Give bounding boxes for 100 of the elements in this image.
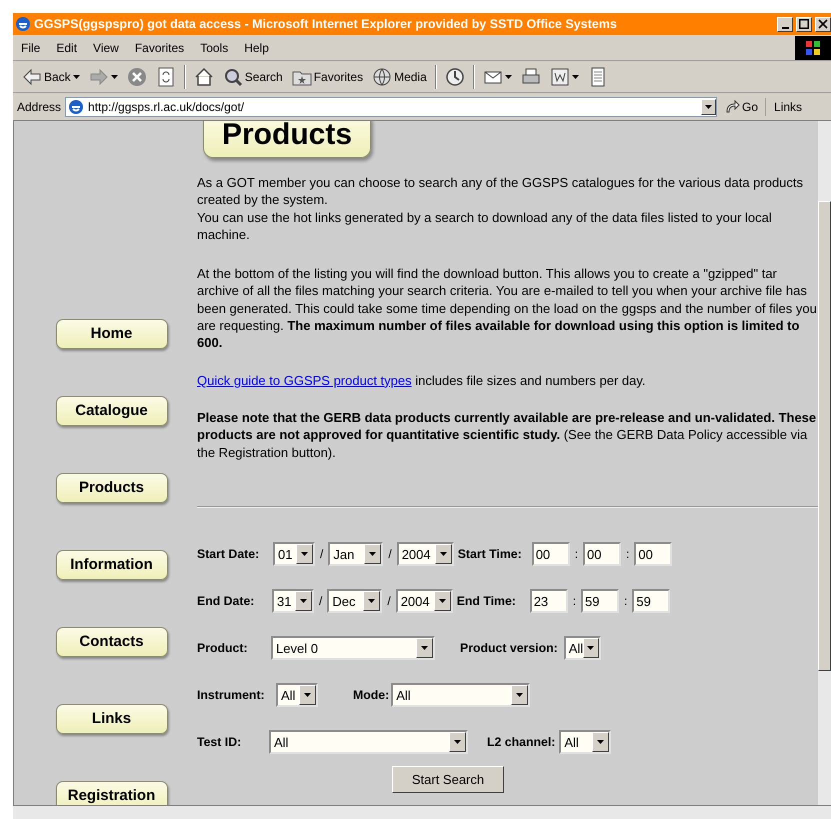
forward-arrow-icon: [88, 66, 109, 86]
dropdown[interactable]: Level 0: [271, 636, 435, 660]
start-search-button[interactable]: Start Search: [392, 766, 504, 794]
favorites-button[interactable]: Favorites: [288, 64, 366, 88]
caret-icon: [301, 552, 308, 556]
horizontal-scrollbar[interactable]: [13, 806, 831, 819]
dropdown[interactable]: 31: [272, 589, 314, 614]
caret-icon: [597, 740, 604, 744]
separator: :: [574, 546, 578, 564]
field-label: Test ID:: [197, 734, 242, 752]
menu-item[interactable]: Help: [236, 38, 277, 56]
text-input[interactable]: 59: [632, 589, 670, 614]
minimize-button[interactable]: [777, 16, 793, 32]
nav-button[interactable]: Registration: [56, 781, 168, 805]
dropdown[interactable]: 01: [273, 542, 315, 566]
caret-icon: [304, 693, 311, 698]
field-label: Product:: [197, 640, 249, 658]
search-button[interactable]: Search: [220, 64, 286, 88]
close-button[interactable]: [815, 16, 831, 32]
separator: /: [319, 593, 322, 610]
caret-icon: [300, 599, 307, 604]
back-arrow-icon: [22, 66, 42, 86]
text-input[interactable]: 00: [583, 542, 622, 566]
caret-icon: [440, 552, 447, 556]
menu-item[interactable]: File: [13, 38, 48, 56]
stop-icon: [126, 66, 147, 86]
caret-icon: [516, 693, 524, 698]
address-label: Address: [17, 98, 62, 116]
links-button[interactable]: Links: [765, 98, 810, 116]
dropdown[interactable]: 2004: [396, 589, 453, 614]
address-field[interactable]: http://ggsps.rl.ac.uk/docs/got/: [65, 96, 718, 116]
separator: /: [320, 546, 324, 564]
paragraph: At the bottom of the listing you will find the download button. This allows you to create a "gzipped" tar archive of all the files matching your search criteria. You are e-mailed to tell you when your archive file has been generated. This could take some time depending on the load on the ggsps and the number of files you are requesting. The maximum number of files available for download using this option is limited to 600.: [197, 265, 818, 352]
text-input[interactable]: 23: [530, 589, 568, 614]
caret-icon: [587, 646, 594, 650]
field-label: Mode:: [353, 687, 390, 704]
maximize-button[interactable]: [796, 16, 812, 32]
caret-icon: [705, 104, 712, 108]
globe-icon: [372, 66, 392, 86]
caret-icon: [368, 599, 376, 604]
field-label: Start Time:: [458, 546, 523, 564]
paragraph: Please note that the GERB data products currently available are pre-release and un-validated. These products are not approved for quantitative scientific study. (See the GERB Data Policy accessible via the Registration button).: [197, 408, 818, 461]
page-icon: [68, 98, 84, 114]
minimize-icon: [782, 27, 788, 29]
nav-button[interactable]: Contacts: [56, 627, 168, 657]
separator: :: [624, 593, 628, 610]
text-input[interactable]: 59: [581, 589, 620, 614]
nav-button[interactable]: Catalogue: [56, 396, 168, 426]
menu-item[interactable]: Tools: [192, 38, 236, 56]
separator: :: [572, 593, 576, 610]
text-input[interactable]: 00: [532, 542, 570, 566]
dropdown[interactable]: Dec: [327, 589, 382, 614]
page-heading: Products: [203, 121, 372, 158]
separator: :: [626, 546, 630, 564]
paragraph: You can use the hot links generated by a search to download any of the data files listed to your local machine.: [197, 208, 773, 244]
dropdown[interactable]: All: [564, 636, 601, 660]
field-label: End Date:: [197, 593, 256, 610]
back-button[interactable]: Back: [19, 64, 83, 88]
caret-icon: [454, 740, 461, 744]
document-w-icon: [550, 66, 570, 86]
separator: /: [388, 546, 392, 564]
nav-button[interactable]: Products: [56, 473, 168, 503]
home-icon: [194, 66, 214, 86]
text-input[interactable]: 00: [634, 542, 672, 566]
menu-item[interactable]: View: [85, 38, 127, 56]
maximize-icon: [799, 19, 809, 29]
dropdown[interactable]: All: [391, 683, 530, 708]
go-button[interactable]: Go: [721, 96, 762, 118]
field-label: Instrument:: [197, 687, 266, 704]
caret-icon: [369, 552, 376, 556]
caret-icon: [438, 599, 446, 604]
dropdown[interactable]: All: [276, 683, 318, 708]
nav-button[interactable]: Home: [56, 319, 168, 349]
field-label: End Time:: [456, 593, 517, 610]
separator: /: [387, 593, 391, 610]
close-icon: [818, 19, 828, 29]
menu-item[interactable]: Edit: [48, 38, 86, 56]
printer-icon: [520, 66, 541, 86]
refresh-icon: [156, 66, 176, 86]
nav-button[interactable]: Information: [56, 550, 168, 580]
dropdown[interactable]: All: [269, 730, 468, 754]
caret-icon: [421, 646, 428, 650]
dropdown[interactable]: All: [559, 730, 612, 754]
field-label: Start Date:: [197, 546, 260, 564]
flag-icon: [805, 40, 821, 56]
clock-icon: [444, 66, 465, 86]
browser-icon: [15, 16, 31, 32]
field-label: L2 channel:: [487, 734, 556, 752]
vertical-scrollbar[interactable]: [818, 121, 831, 805]
window-title: GGSPS(ggspspro) got data access - Microsoft Internet Explorer provided by SSTD Office Systems: [34, 16, 618, 33]
magnifier-icon: [222, 66, 243, 86]
paragraph: Quick guide to GGSPS product types includes file sizes and numbers per day.: [197, 372, 646, 389]
media-button[interactable]: Media: [369, 64, 430, 88]
dropdown[interactable]: 2004: [396, 542, 454, 566]
dropdown[interactable]: Jan: [328, 542, 384, 566]
go-arrow-icon: [724, 98, 740, 114]
field-label: Product version:: [460, 640, 558, 658]
guide-link[interactable]: Quick guide to GGSPS product types: [197, 372, 412, 388]
menu-item[interactable]: Favorites: [126, 38, 192, 56]
nav-button[interactable]: Links: [56, 704, 168, 734]
